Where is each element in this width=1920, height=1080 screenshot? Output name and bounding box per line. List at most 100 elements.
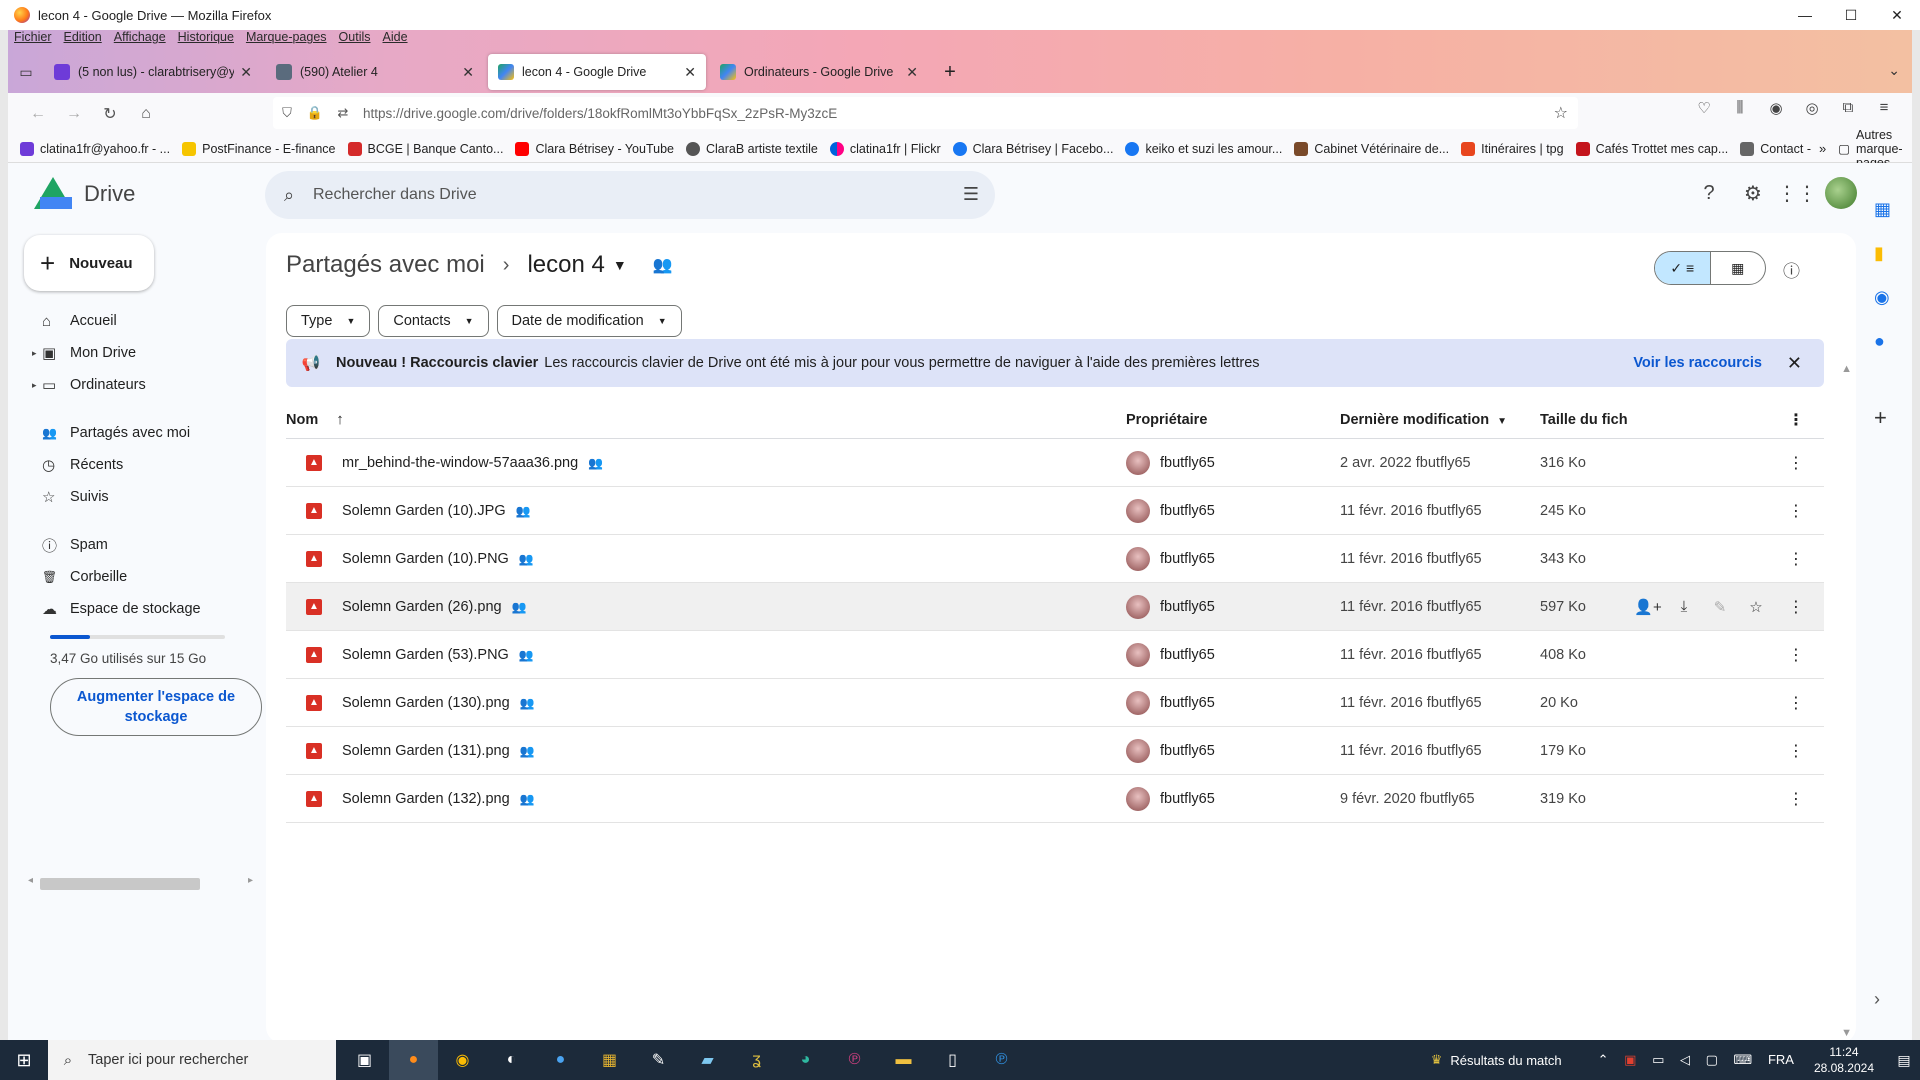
more-vert-icon[interactable]: ⋮ [1788,410,1804,430]
file-name[interactable]: mr_behind-the-window-57aaa36.png 👥 [342,455,603,471]
column-size[interactable]: Taille du fich [1540,412,1628,428]
scroll-left-icon[interactable]: ◂ [28,875,33,886]
extension-circle-icon[interactable]: ◎ [1794,99,1830,117]
reload-icon[interactable]: ↻ [92,98,128,130]
bookmark-item[interactable]: BCGE | Banque Canto... [347,141,503,156]
menu-fichier[interactable]: Fichier [14,30,52,50]
sidebar-item-partages[interactable]: 👥 Partagés avec moi [24,417,254,449]
extensions-icon[interactable]: ⧉ [1830,99,1866,117]
bookmarks-overflow-icon[interactable]: » [1819,141,1826,156]
display-icon[interactable]: ▢ [1706,1052,1718,1067]
bookmark-item[interactable]: ClaraB artiste textile [686,141,818,156]
bookmark-item[interactable]: Cafés Trottet mes cap... [1575,141,1728,156]
contacts-icon[interactable]: ● [1874,331,1885,352]
drive-logo[interactable]: Drive [34,177,135,211]
column-modified[interactable]: Dernière modification ▼ [1340,412,1507,428]
menu-historique[interactable]: Historique [178,30,234,50]
home-icon[interactable]: ⌂ [128,98,164,130]
table-row[interactable]: ▲ mr_behind-the-window-57aaa36.png 👥 fbutfl… [286,439,1824,487]
sidebar-item-mon-drive[interactable]: ▸ ▣ Mon Drive [24,337,254,369]
edit-icon[interactable]: ✎ [1702,598,1738,616]
notifications-icon[interactable]: ▤ [1888,1052,1920,1069]
tab-lecon-drive[interactable]: lecon 4 - Google Drive ✕ [488,54,706,90]
permissions-icon[interactable]: ⇄ [329,105,357,121]
more-vert-icon[interactable]: ⋮ [1788,645,1804,665]
more-vert-icon[interactable]: ⋮ [1788,501,1804,521]
shield-icon[interactable]: ⛉ [273,105,301,121]
more-vert-icon[interactable]: ⋮ [1788,693,1804,713]
app-icon[interactable]: ◐ [487,1040,536,1080]
bookmark-item[interactable]: clatina1fr@yahoo.fr - ... [20,141,170,156]
bookmark-item[interactable]: Contact - [1740,141,1811,156]
app-icon[interactable]: ▰ [683,1040,732,1080]
app-icon[interactable]: ʓ [732,1040,781,1080]
pocket-icon[interactable]: ♡ [1686,99,1722,117]
tab-ordinateurs-drive[interactable]: Ordinateurs - Google Drive ✕ [710,54,928,90]
chevron-down-icon[interactable]: ⌄ [1888,62,1900,79]
sidebar-item-stockage[interactable]: ☁ Espace de stockage [24,593,254,625]
hamburger-menu-icon[interactable]: ≡ [1866,99,1902,117]
more-vert-icon[interactable]: ⋮ [1788,597,1804,617]
maximize-button[interactable]: ☐ [1828,0,1874,30]
caret-down-icon[interactable]: ▼ [613,257,627,273]
file-name[interactable]: Solemn Garden (132).png 👥 [342,791,535,807]
menu-marque-pages[interactable]: Marque-pages [246,30,327,50]
weather-widget[interactable]: ♛ Résultats du match [1431,1052,1562,1068]
edge-icon[interactable]: ◕ [781,1040,830,1080]
clock[interactable]: 11:24 28.08.2024 [1814,1044,1874,1076]
chevron-right-icon[interactable]: › [1874,989,1880,1010]
language-indicator[interactable]: FRA [1768,1052,1794,1067]
app-icon[interactable]: ● [536,1040,585,1080]
more-vert-icon[interactable]: ⋮ [1788,549,1804,569]
bookmark-item[interactable]: Itinéraires | tpg [1461,141,1564,156]
app-icon[interactable]: ℗ [977,1040,1026,1080]
app-tray-icon[interactable]: ▣ [1624,1052,1636,1067]
back-icon[interactable]: ← [20,98,56,130]
add-addon-icon[interactable]: + [1874,405,1887,431]
column-owner[interactable]: Propriétaire [1126,412,1207,428]
menu-edition[interactable]: Edition [64,30,102,50]
bookmark-star-icon[interactable]: ☆ [1554,103,1568,123]
arrow-up-icon[interactable]: ↑ [336,411,344,428]
forward-icon[interactable]: → [56,98,92,130]
sidebar-item-ordinateurs[interactable]: ▸ ▭ Ordinateurs [24,369,254,401]
search-options-icon[interactable]: ☰ [963,184,979,205]
filter-contacts[interactable]: Contacts ▼ [378,305,489,337]
url-bar[interactable]: ⛉ 🔒 ⇄ https://drive.google.com/drive/fol… [273,97,1578,129]
gear-icon[interactable]: ⚙ [1731,181,1775,206]
new-tab-button[interactable]: + [932,54,968,90]
chrome-icon[interactable]: ◉ [438,1040,487,1080]
file-name[interactable]: Solemn Garden (130).png 👥 [342,695,535,711]
tab-atelier[interactable]: (590) Atelier 4 ✕ [266,54,484,90]
file-name[interactable]: Solemn Garden (10).JPG 👥 [342,503,531,519]
minimize-button[interactable]: — [1782,0,1828,30]
table-row[interactable]: ▲ Solemn Garden (131).png 👥 fbutfly65 11 fév… [286,727,1824,775]
keep-icon[interactable]: ▮ [1874,243,1884,264]
file-name[interactable]: Solemn Garden (53).PNG 👥 [342,647,534,663]
view-toggle[interactable]: ✓ ≡ ▦ [1654,251,1766,285]
sidebar-item-spam[interactable]: ⓘ Spam [24,529,254,561]
notepad-icon[interactable]: ▯ [928,1040,977,1080]
menu-outils[interactable]: Outils [339,30,371,50]
close-icon[interactable]: ✕ [906,64,918,81]
account-icon[interactable]: ◉ [1758,99,1794,117]
close-window-button[interactable]: ✕ [1874,0,1920,30]
bookmark-item[interactable]: Clara Bétrisey | Facebo... [952,141,1113,156]
scrollbar-thumb[interactable] [40,878,200,890]
bookmark-item[interactable]: Clara Bétrisey - YouTube [515,141,674,156]
taskbar-search[interactable]: ⌕ Taper ici pour rechercher [48,1040,336,1080]
apps-grid-icon[interactable]: ⋮⋮ [1775,181,1819,206]
file-name[interactable]: Solemn Garden (131).png 👥 [342,743,535,759]
avatar[interactable] [1825,177,1857,209]
shared-folder-icon[interactable]: 👥 [653,255,673,275]
app-icon[interactable]: ▦ [585,1040,634,1080]
sidebar-item-accueil[interactable]: ⌂ Accueil [24,305,254,337]
tab-yahoo-mail[interactable]: (5 non lus) - clarabtrisery@yahoo ✕ [44,54,262,90]
close-icon[interactable]: ✕ [240,64,252,81]
app-icon[interactable]: ℗ [830,1040,879,1080]
table-row[interactable]: ▲ Solemn Garden (53).PNG 👥 fbutfly65 11 févr… [286,631,1824,679]
calendar-icon[interactable]: ▦ [1874,199,1891,220]
firefox-icon[interactable]: ● [389,1040,438,1080]
help-icon[interactable]: ? [1687,182,1731,205]
keyboard-icon[interactable]: ⌨ [1734,1052,1753,1067]
